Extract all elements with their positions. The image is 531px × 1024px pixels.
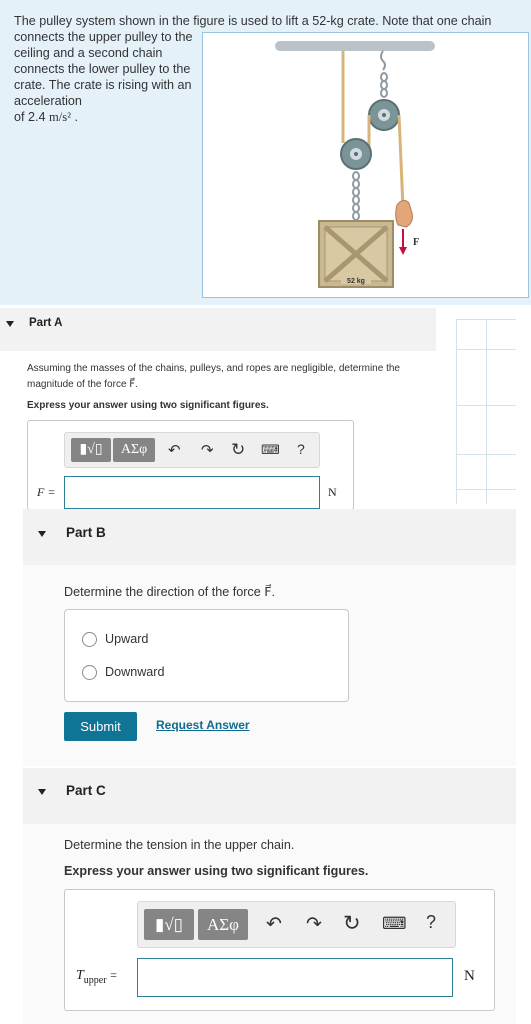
part-c-question: Determine the tension in the upper chain… bbox=[64, 838, 295, 852]
help-button[interactable]: ? bbox=[426, 912, 436, 933]
part-a-hint: Express your answer using two significan… bbox=[27, 400, 269, 411]
part-a-math-toolbar: ▮√▯ ΑΣφ ↶ ↷ ↻ ⌨ ? bbox=[64, 432, 320, 468]
part-b-label: Part B bbox=[66, 525, 106, 540]
pulley-illustration: 52 kg F bbox=[275, 41, 435, 288]
ceiling bbox=[275, 41, 435, 51]
part-c-math-toolbar: ▮√▯ ΑΣφ ↶ ↷ ↻ ⌨ ? bbox=[137, 901, 456, 948]
part-a-answer-input[interactable] bbox=[64, 476, 320, 509]
part-c-unit: N bbox=[464, 968, 475, 984]
tension-subscript: upper bbox=[83, 974, 107, 986]
radio-downward[interactable] bbox=[82, 665, 97, 680]
force-arrowhead bbox=[399, 247, 407, 255]
keyboard-icon[interactable]: ⌨ bbox=[382, 914, 407, 934]
collapse-caret-icon[interactable] bbox=[6, 321, 14, 327]
direction-choices: Upward Downward bbox=[64, 609, 349, 702]
tension-symbol: T bbox=[76, 968, 84, 983]
part-a-unit: N bbox=[328, 485, 337, 499]
collapse-caret-icon[interactable] bbox=[38, 531, 46, 537]
problem-accel-suffix: . bbox=[71, 110, 78, 124]
option-upward-label[interactable]: Upward bbox=[105, 632, 148, 646]
part-a-variable: F = bbox=[37, 485, 56, 499]
force-label: F bbox=[413, 237, 419, 248]
side-panel-grid bbox=[456, 319, 516, 504]
hand-icon bbox=[395, 199, 413, 228]
redo-icon[interactable]: ↷ bbox=[201, 441, 214, 459]
undo-icon[interactable]: ↶ bbox=[168, 441, 181, 459]
keyboard-icon[interactable]: ⌨ bbox=[261, 442, 280, 458]
part-a-label: Part A bbox=[29, 317, 63, 329]
lower-chain bbox=[352, 171, 360, 221]
crate-label: 52 kg bbox=[347, 278, 365, 285]
part-c-variable: Tupper = bbox=[76, 968, 117, 986]
option-downward-label[interactable]: Downward bbox=[105, 665, 165, 679]
equals-sign: = bbox=[110, 968, 117, 982]
upper-chain bbox=[380, 50, 388, 98]
reset-icon[interactable]: ↻ bbox=[231, 440, 245, 460]
problem-text: The pulley system shown in the figure is… bbox=[14, 13, 491, 125]
templates-button[interactable]: ▮√▯ bbox=[71, 438, 111, 462]
rope-right bbox=[397, 114, 405, 209]
part-b-question: Determine the direction of the force F⃗. bbox=[64, 585, 275, 599]
upper-pulley bbox=[368, 99, 400, 131]
part-c-answer-input[interactable] bbox=[137, 958, 453, 997]
lower-pulley bbox=[340, 138, 372, 170]
acceleration-unit: m/s² bbox=[49, 110, 71, 124]
templates-button[interactable]: ▮√▯ bbox=[144, 909, 194, 940]
reset-icon[interactable]: ↻ bbox=[343, 911, 361, 936]
redo-icon[interactable]: ↷ bbox=[306, 913, 322, 936]
help-button[interactable]: ? bbox=[297, 441, 305, 457]
part-c-hint: Express your answer using two significan… bbox=[64, 864, 369, 878]
problem-rest: connects the upper pulley to the ceiling… bbox=[14, 30, 193, 108]
part-a-question: Assuming the masses of the chains, pulle… bbox=[27, 363, 400, 390]
radio-upward[interactable] bbox=[82, 632, 97, 647]
symbols-button[interactable]: ΑΣφ bbox=[198, 909, 248, 940]
symbols-button[interactable]: ΑΣφ bbox=[113, 438, 155, 462]
problem-accel-prefix: of 2.4 bbox=[14, 110, 50, 124]
undo-icon[interactable]: ↶ bbox=[266, 913, 282, 936]
part-c-label: Part C bbox=[66, 783, 106, 798]
request-answer-link[interactable]: Request Answer bbox=[156, 718, 250, 732]
problem-line-1: The pulley system shown in the figure is… bbox=[14, 14, 492, 28]
part-a-header[interactable] bbox=[0, 308, 436, 351]
submit-button[interactable]: Submit bbox=[64, 712, 137, 741]
pulley-figure: 52 kg F bbox=[202, 32, 529, 298]
collapse-caret-icon[interactable] bbox=[38, 789, 46, 795]
